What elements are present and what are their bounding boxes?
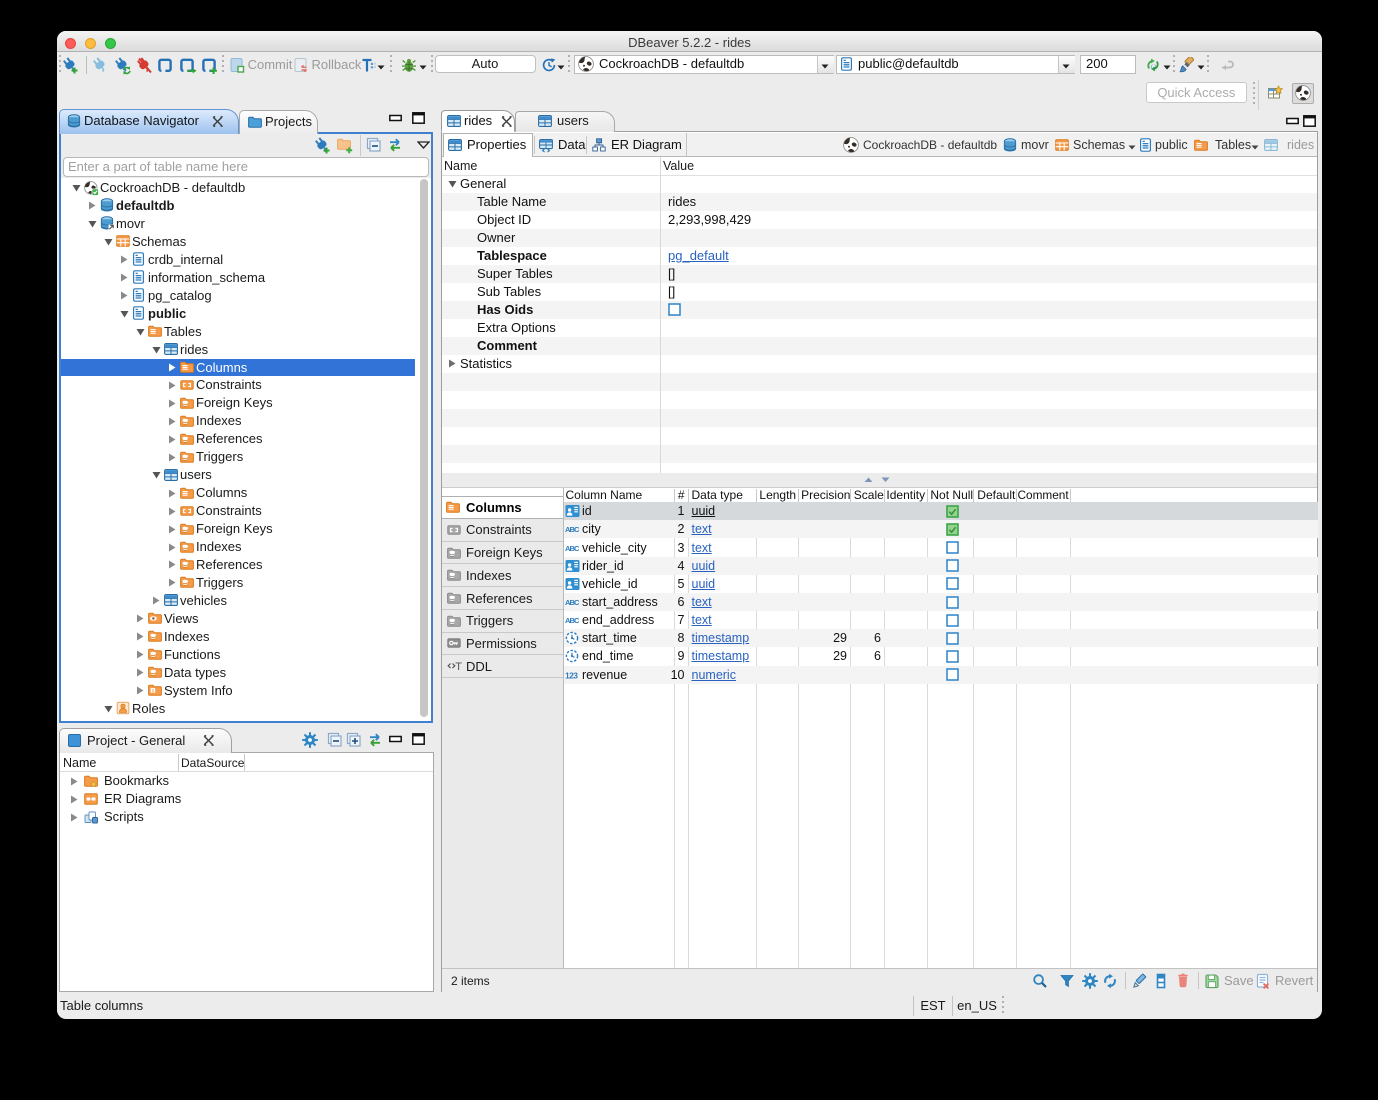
- svg-text:123: 123: [565, 670, 578, 680]
- svg-text:T: T: [455, 661, 462, 673]
- svg-text:ABC: ABC: [565, 526, 580, 535]
- svg-text:ABC: ABC: [565, 598, 580, 607]
- svg-text:ABC: ABC: [565, 544, 580, 553]
- svg-text:ABC: ABC: [565, 616, 580, 625]
- svg-text:(-): (-): [1151, 65, 1156, 71]
